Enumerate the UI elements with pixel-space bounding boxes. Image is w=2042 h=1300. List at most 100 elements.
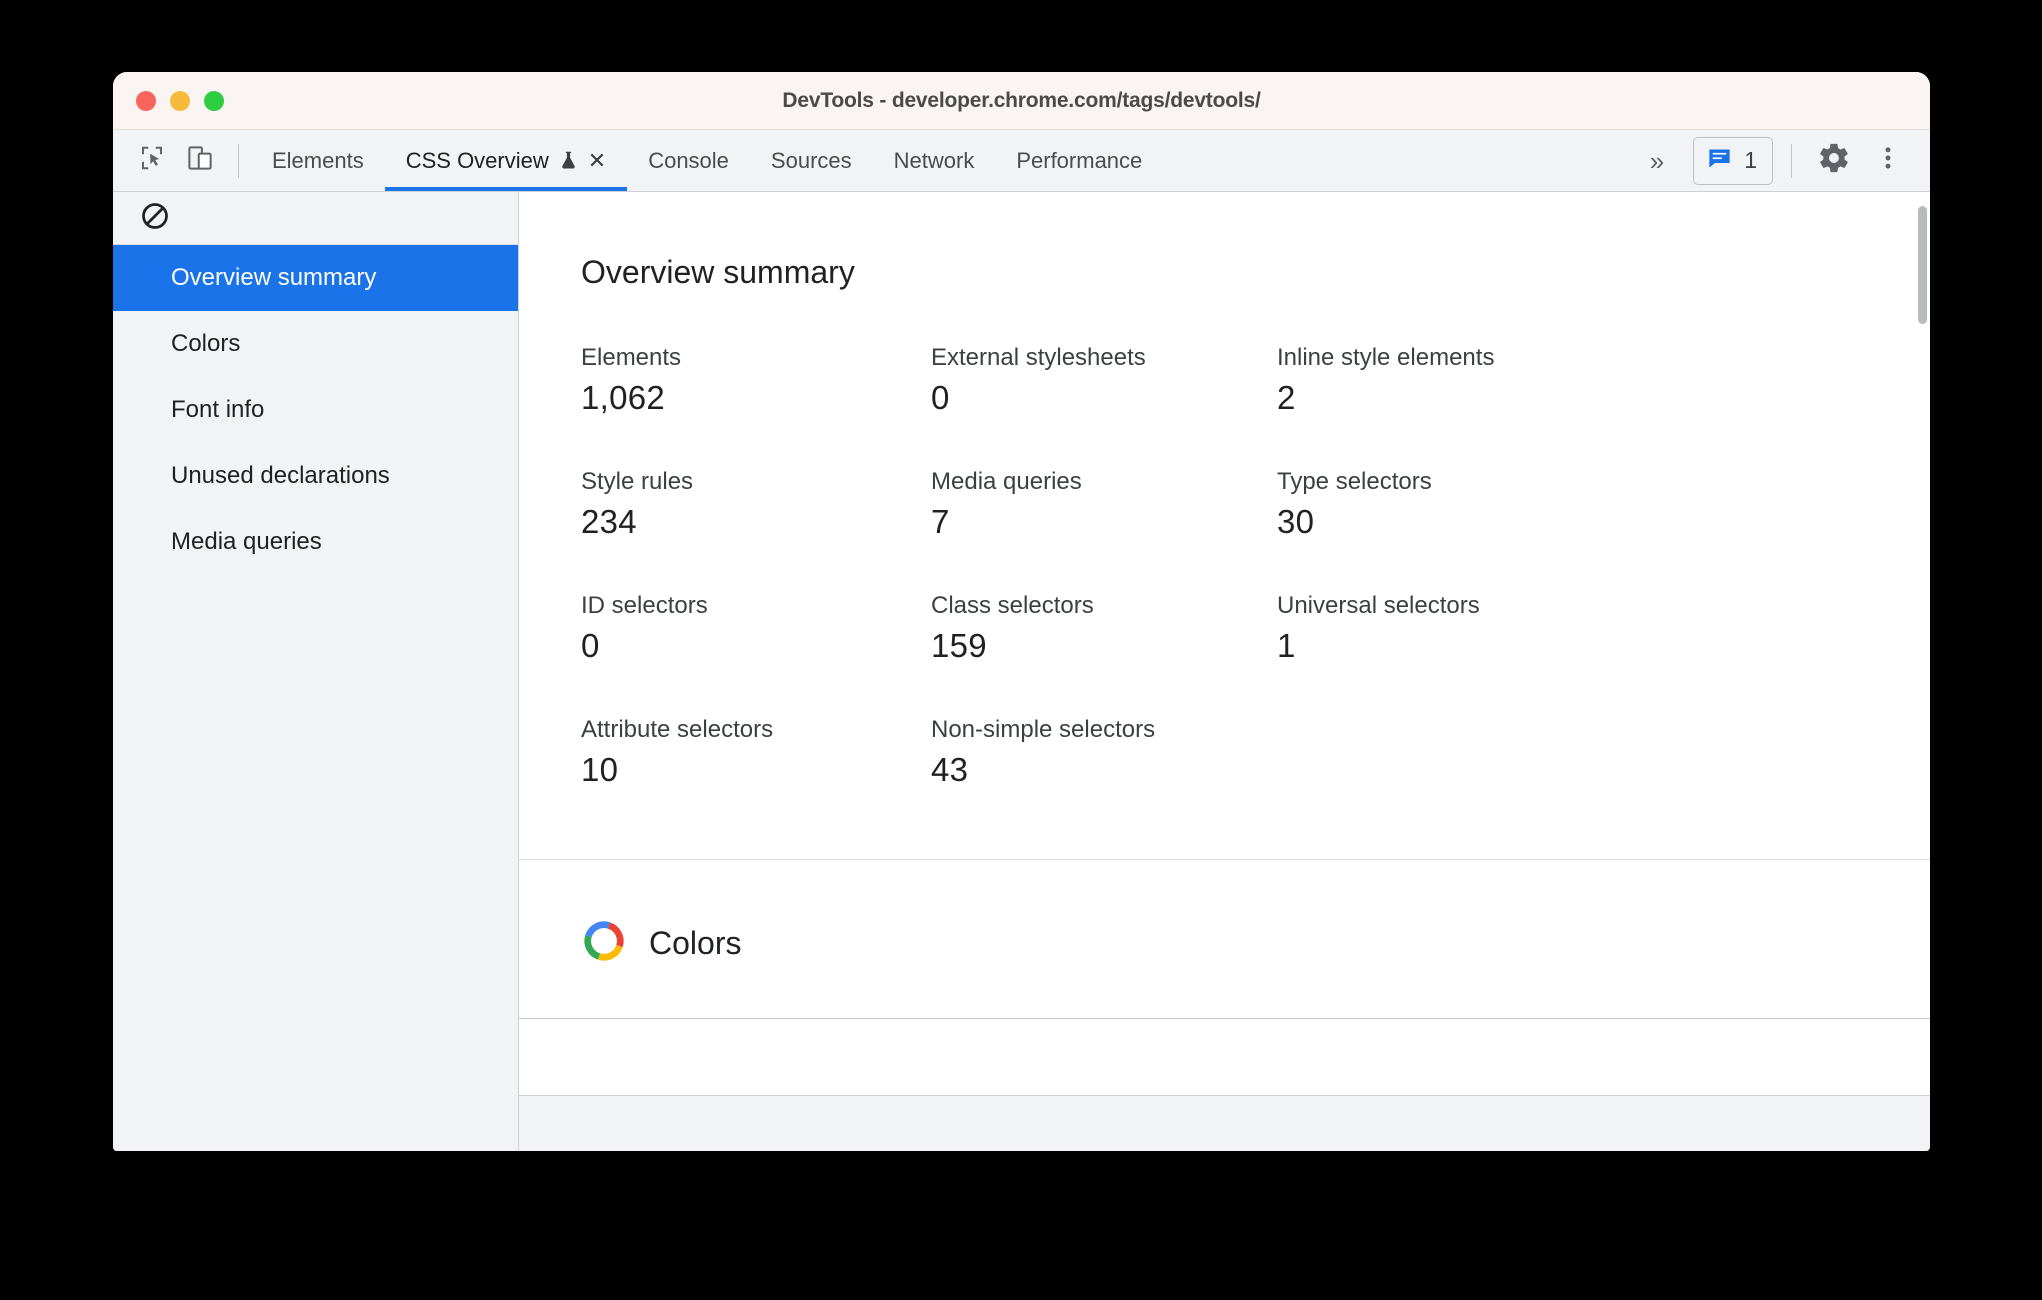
window-title: DevTools - developer.chrome.com/tags/dev… bbox=[782, 88, 1261, 112]
colors-section-header[interactable]: Colors bbox=[519, 860, 1930, 1019]
gear-icon bbox=[1817, 141, 1851, 180]
stat-value: 0 bbox=[931, 379, 950, 416]
toolbar-right-controls: » 1 bbox=[1634, 130, 1930, 191]
clear-no-entry-icon bbox=[140, 201, 170, 236]
sidebar-item-font-info[interactable]: Font info bbox=[113, 377, 518, 443]
main-scrollbar[interactable] bbox=[1915, 192, 1930, 1095]
tab-css-overview[interactable]: CSS Overview ✕ bbox=[384, 130, 628, 191]
stat-value: 159 bbox=[931, 627, 987, 664]
css-overview-sidebar: Overview summary Colors Font info Unused… bbox=[113, 192, 519, 1151]
stat-universal-selectors: Universal selectors 1 bbox=[1277, 592, 1930, 665]
stat-style-rules: Style rules 234 bbox=[581, 468, 931, 541]
stat-inline-style-elements: Inline style elements 2 bbox=[1277, 344, 1930, 417]
issues-count: 1 bbox=[1744, 147, 1757, 173]
sidebar-item-label: Media queries bbox=[171, 528, 322, 555]
stat-value: 2 bbox=[1277, 379, 1296, 416]
toolbar-left-controls bbox=[113, 130, 251, 191]
tab-elements-label: Elements bbox=[272, 147, 364, 173]
close-window-button[interactable] bbox=[136, 90, 156, 111]
sidebar-item-label: Overview summary bbox=[171, 264, 377, 291]
settings-button[interactable] bbox=[1810, 137, 1858, 185]
issues-message-icon bbox=[1706, 145, 1733, 177]
traffic-lights bbox=[113, 90, 224, 111]
page-title: Overview summary bbox=[581, 254, 855, 290]
stat-media-queries: Media queries 7 bbox=[931, 468, 1277, 541]
three-dot-menu-icon bbox=[1874, 144, 1902, 177]
overview-summary-section: Overview summary Elements 1,062 External… bbox=[519, 192, 1930, 789]
colors-section-title: Colors bbox=[649, 925, 742, 961]
more-tabs-button[interactable]: » bbox=[1634, 148, 1677, 174]
sidebar-item-media-queries[interactable]: Media queries bbox=[113, 509, 518, 575]
clear-overview-button[interactable] bbox=[135, 198, 175, 238]
css-overview-main: Overview summary Elements 1,062 External… bbox=[519, 192, 1930, 1095]
sidebar-item-colors[interactable]: Colors bbox=[113, 311, 518, 377]
css-overview-main-wrap: Overview summary Elements 1,062 External… bbox=[519, 192, 1930, 1151]
devtools-toolbar: Elements CSS Overview ✕ Console Sources … bbox=[113, 130, 1930, 192]
flask-icon bbox=[558, 150, 579, 171]
stat-label: External stylesheets bbox=[931, 344, 1146, 371]
stat-label: Non-simple selectors bbox=[931, 716, 1156, 743]
tab-elements[interactable]: Elements bbox=[251, 130, 385, 191]
devtools-body: Overview summary Colors Font info Unused… bbox=[113, 192, 1930, 1151]
stat-empty-cell bbox=[1277, 716, 1930, 789]
stat-value: 1,062 bbox=[581, 379, 666, 416]
summary-stats-grid: Elements 1,062 External stylesheets 0 In… bbox=[581, 344, 1930, 789]
stat-label: Universal selectors bbox=[1277, 592, 1480, 619]
window-titlebar: DevTools - developer.chrome.com/tags/dev… bbox=[113, 72, 1930, 130]
tab-performance-label: Performance bbox=[1016, 147, 1143, 173]
stat-label: Style rules bbox=[581, 468, 694, 495]
tab-console-label: Console bbox=[648, 147, 729, 173]
tab-network[interactable]: Network bbox=[873, 130, 996, 191]
stat-value: 234 bbox=[581, 503, 637, 540]
main-footer-bar bbox=[519, 1095, 1930, 1151]
inspect-element-button[interactable] bbox=[130, 139, 174, 183]
toggle-device-toolbar-button[interactable] bbox=[178, 139, 222, 183]
stat-label: Media queries bbox=[931, 468, 1082, 495]
stat-label: ID selectors bbox=[581, 592, 708, 619]
stat-value: 43 bbox=[931, 751, 969, 788]
stat-id-selectors: ID selectors 0 bbox=[581, 592, 931, 665]
tab-sources[interactable]: Sources bbox=[750, 130, 873, 191]
stat-attribute-selectors: Attribute selectors 10 bbox=[581, 716, 931, 789]
sidebar-item-label: Font info bbox=[171, 396, 265, 423]
sidebar-item-unused-declarations[interactable]: Unused declarations bbox=[113, 443, 518, 509]
maximize-window-button[interactable] bbox=[204, 90, 224, 111]
stat-type-selectors: Type selectors 30 bbox=[1277, 468, 1930, 541]
stat-label: Type selectors bbox=[1277, 468, 1432, 495]
sidebar-toolbar bbox=[113, 192, 518, 245]
tab-css-overview-label: CSS Overview bbox=[405, 147, 549, 173]
tab-performance[interactable]: Performance bbox=[995, 130, 1163, 191]
stat-value: 1 bbox=[1277, 627, 1296, 664]
stat-value: 0 bbox=[581, 627, 600, 664]
stat-non-simple-selectors: Non-simple selectors 43 bbox=[931, 716, 1277, 789]
tab-sources-label: Sources bbox=[770, 147, 852, 173]
stat-class-selectors: Class selectors 159 bbox=[931, 592, 1277, 665]
sidebar-item-overview-summary[interactable]: Overview summary bbox=[113, 245, 518, 311]
toolbar-divider-right bbox=[1791, 143, 1792, 178]
close-icon[interactable]: ✕ bbox=[588, 149, 606, 172]
stat-value: 10 bbox=[581, 751, 619, 788]
devtools-window: DevTools - developer.chrome.com/tags/dev… bbox=[113, 72, 1930, 1151]
stat-label: Attribute selectors bbox=[581, 716, 774, 743]
issues-badge[interactable]: 1 bbox=[1693, 136, 1773, 185]
stat-value: 7 bbox=[931, 503, 950, 540]
stat-label: Elements bbox=[581, 344, 682, 371]
sidebar-item-label: Colors bbox=[171, 330, 241, 357]
tab-network-label: Network bbox=[893, 147, 975, 173]
panel-tabs: Elements CSS Overview ✕ Console Sources … bbox=[251, 130, 1163, 191]
color-wheel-icon bbox=[581, 918, 627, 969]
device-toolbar-icon bbox=[185, 143, 215, 178]
stat-external-stylesheets: External stylesheets 0 bbox=[931, 344, 1277, 417]
stat-elements: Elements 1,062 bbox=[581, 344, 931, 417]
main-menu-button[interactable] bbox=[1864, 137, 1912, 185]
toolbar-divider bbox=[238, 143, 239, 178]
stat-label: Class selectors bbox=[931, 592, 1094, 619]
tab-console[interactable]: Console bbox=[627, 130, 750, 191]
scrollbar-thumb[interactable] bbox=[1918, 206, 1927, 324]
inspect-cursor-icon bbox=[137, 143, 167, 178]
sidebar-item-label: Unused declarations bbox=[171, 462, 390, 489]
stat-value: 30 bbox=[1277, 503, 1315, 540]
sidebar-item-list: Overview summary Colors Font info Unused… bbox=[113, 245, 518, 575]
minimize-window-button[interactable] bbox=[170, 90, 190, 111]
stat-label: Inline style elements bbox=[1277, 344, 1495, 371]
